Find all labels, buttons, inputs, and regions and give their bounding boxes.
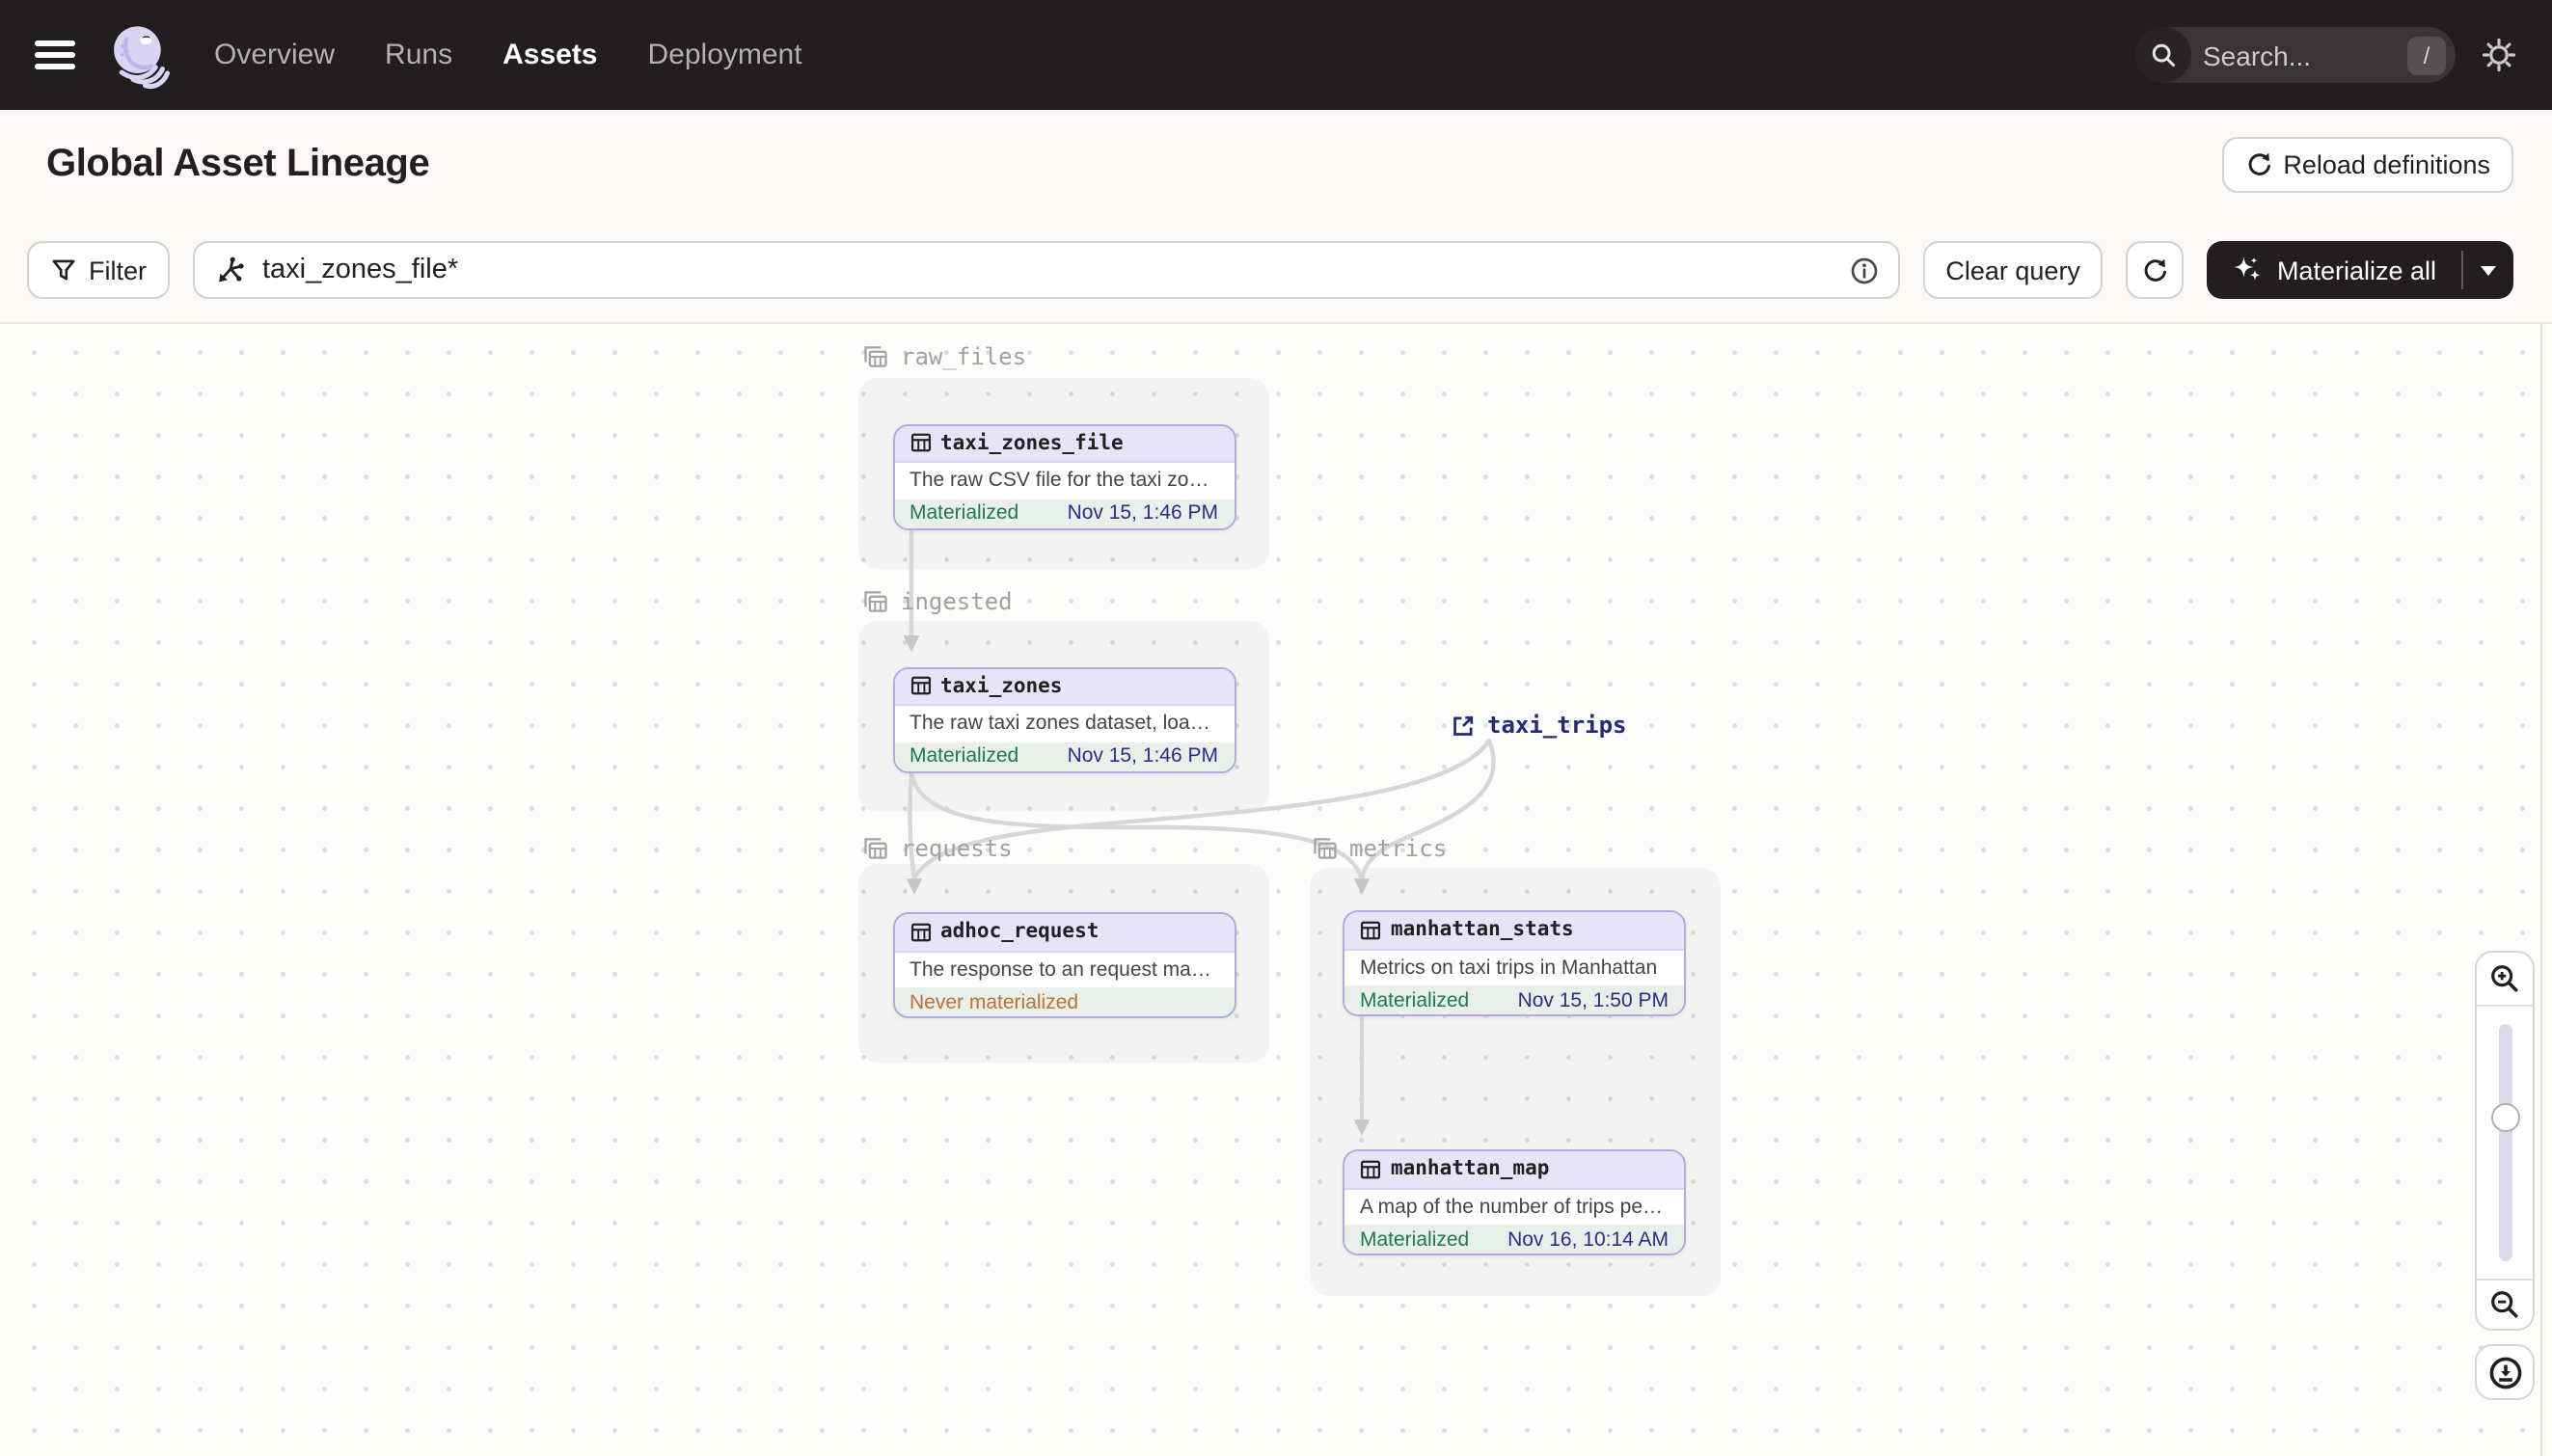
global-search[interactable]: /	[2135, 27, 2456, 83]
asset-description: Metrics on taxi trips in Manhattan	[1344, 950, 1684, 985]
asset-node-taxi-zones[interactable]: taxi_zones The raw taxi zones dataset, l…	[892, 666, 1235, 772]
asset-node-manhattan-stats[interactable]: manhattan_stats Metrics on taxi trips in…	[1343, 910, 1686, 1016]
download-icon	[2488, 1356, 2521, 1389]
materialize-all-split-button: Materialize all	[2207, 241, 2513, 299]
zoom-slider-handle[interactable]	[2490, 1103, 2519, 1132]
sparkle-icon	[2233, 255, 2264, 285]
group-label-requests[interactable]: requests	[862, 833, 1013, 862]
table-icon	[1360, 920, 1381, 941]
filter-button[interactable]: Filter	[27, 241, 170, 299]
refresh-button[interactable]	[2126, 241, 2185, 299]
chevron-down-icon	[2481, 265, 2496, 275]
asset-description: The raw CSV file for the taxi zones dat.…	[894, 463, 1234, 499]
nav-item-runs[interactable]: Runs	[385, 39, 452, 71]
zoom-out-icon	[2491, 1291, 2518, 1318]
table-group-icon	[862, 834, 889, 861]
status-badge: Materialized	[909, 501, 1019, 525]
graph-query-icon	[214, 255, 245, 285]
clear-query-button[interactable]: Clear query	[1922, 241, 2104, 299]
table-icon	[909, 676, 931, 697]
asset-name: manhattan_map	[1391, 1157, 1550, 1181]
zoom-slider-track	[2498, 1024, 2511, 1261]
info-icon[interactable]	[1849, 256, 1878, 284]
refresh-icon	[2142, 256, 2169, 283]
table-icon	[909, 922, 931, 943]
zoom-slider[interactable]	[2477, 1005, 2533, 1281]
group-label-raw-files[interactable]: raw_files	[862, 341, 1026, 370]
materialization-timestamp: Nov 15, 1:50 PM	[1517, 988, 1669, 1011]
asset-description: The response to an request made in th...	[894, 952, 1234, 987]
external-link-icon	[1451, 713, 1476, 738]
reload-icon	[2244, 150, 2271, 177]
asset-query-input-box[interactable]	[193, 241, 1900, 299]
materialization-timestamp: Nov 16, 10:14 AM	[1507, 1227, 1669, 1251]
asset-name: taxi_zones_file	[940, 431, 1124, 455]
asset-name: taxi_zones	[940, 674, 1063, 698]
filter-icon	[50, 256, 77, 283]
nav-item-deployment[interactable]: Deployment	[648, 39, 802, 71]
hamburger-menu-icon[interactable]	[35, 40, 75, 69]
top-nav-bar: Overview Runs Assets Deployment /	[0, 0, 2552, 110]
zoom-in-button[interactable]	[2477, 953, 2533, 1005]
search-icon	[2135, 27, 2191, 83]
table-group-icon	[862, 587, 889, 614]
canvas-right-divider	[2540, 324, 2542, 1456]
search-input[interactable]	[2191, 40, 2407, 70]
table-group-icon	[1311, 834, 1338, 861]
status-badge: Materialized	[1360, 988, 1470, 1011]
lineage-edges	[903, 527, 1496, 1136]
asset-description: The raw taxi zones dataset, loaded int..…	[894, 706, 1234, 741]
status-badge: Materialized	[1360, 1227, 1470, 1251]
asset-name: adhoc_request	[940, 920, 1100, 944]
nav-item-assets[interactable]: Assets	[502, 39, 597, 71]
group-label-ingested[interactable]: ingested	[862, 586, 1013, 615]
materialization-timestamp: Nov 15, 1:46 PM	[1067, 744, 1218, 768]
group-label-metrics[interactable]: metrics	[1311, 833, 1447, 862]
asset-node-taxi-zones-file[interactable]: taxi_zones_file The raw CSV file for the…	[892, 423, 1235, 529]
asset-node-manhattan-map[interactable]: manhattan_map A map of the number of tri…	[1343, 1149, 1686, 1255]
table-group-icon	[862, 342, 889, 369]
table-icon	[1360, 1159, 1381, 1180]
app-window: Overview Runs Assets Deployment /	[0, 0, 2552, 1456]
materialize-options-dropdown[interactable]	[2463, 241, 2513, 299]
zoom-panel	[2475, 951, 2535, 1331]
search-shortcut-badge: /	[2407, 36, 2446, 74]
asset-name: manhattan_stats	[1391, 918, 1574, 942]
external-asset-taxi-trips[interactable]: taxi_trips	[1451, 712, 1627, 739]
gear-icon[interactable]	[2481, 37, 2517, 73]
table-icon	[909, 433, 931, 454]
page-header: Global Asset Lineage Reload definitions	[0, 110, 2552, 218]
materialization-timestamp: Nov 15, 1:46 PM	[1067, 501, 1218, 525]
materialize-all-button[interactable]: Materialize all	[2208, 241, 2461, 299]
zoom-out-button[interactable]	[2477, 1281, 2533, 1329]
primary-nav: Overview Runs Assets Deployment	[214, 39, 802, 71]
asset-node-adhoc-request[interactable]: adhoc_request The response to an request…	[892, 912, 1235, 1018]
zoom-in-icon	[2491, 965, 2518, 992]
nav-item-overview[interactable]: Overview	[214, 39, 335, 71]
status-badge: Materialized	[909, 744, 1019, 768]
lineage-toolbar: Filter Clear query	[0, 218, 2552, 322]
asset-description: A map of the number of trips per taxi z.…	[1344, 1189, 1684, 1225]
asset-query-input[interactable]	[258, 253, 1836, 287]
page-title: Global Asset Lineage	[46, 142, 430, 184]
status-badge: Never materialized	[909, 990, 1079, 1013]
lineage-canvas[interactable]: raw_files ingested requests metrics taxi…	[0, 322, 2552, 1456]
dagster-logo[interactable]	[106, 20, 176, 90]
download-view-button[interactable]	[2475, 1344, 2535, 1400]
reload-definitions-button[interactable]: Reload definitions	[2221, 136, 2513, 192]
